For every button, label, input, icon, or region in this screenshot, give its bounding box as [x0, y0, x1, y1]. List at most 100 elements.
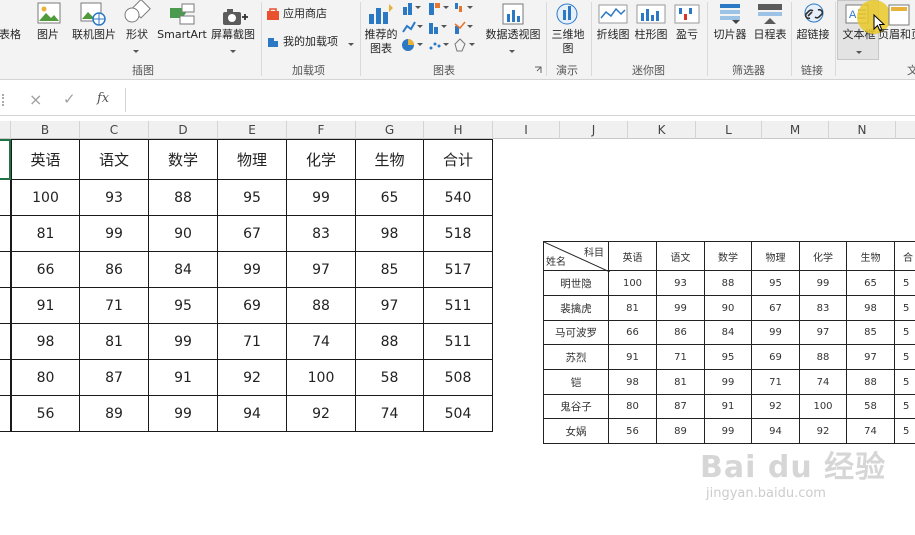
table-cell[interactable]: 80 [11, 360, 80, 396]
dialog-launcher-icon[interactable] [534, 66, 542, 74]
table-cell[interactable]: 100 [800, 395, 847, 419]
column-header[interactable] [0, 121, 11, 139]
table-cell[interactable]: 5 [895, 271, 915, 296]
table-cell[interactable]: 5 [895, 296, 915, 321]
table-cell[interactable]: 74 [356, 396, 424, 432]
column-header[interactable]: G [356, 121, 424, 139]
table-cell[interactable]: 95 [218, 180, 287, 216]
column-header[interactable]: L [696, 121, 762, 139]
table-cell[interactable]: 87 [80, 360, 149, 396]
table-cell[interactable]: 98 [609, 370, 657, 395]
table-cell[interactable]: 66 [609, 321, 657, 345]
slicer-button[interactable]: 切片器 [710, 0, 750, 46]
name-cell[interactable]: 苏烈 [543, 345, 609, 370]
table-cell[interactable]: 74 [847, 419, 895, 444]
table-cell[interactable]: 83 [800, 296, 847, 321]
table-cell[interactable]: 518 [424, 216, 493, 252]
table-cell[interactable]: 5 [895, 345, 915, 370]
table-cell[interactable]: 91 [609, 345, 657, 370]
table-cell[interactable]: 86 [80, 252, 149, 288]
hierarchy-chart-icon[interactable] [428, 1, 450, 15]
online-pictures-button[interactable]: 联机图片 [68, 0, 120, 46]
table-cell[interactable]: 71 [218, 324, 287, 360]
table-cell[interactable]: 81 [609, 296, 657, 321]
table-button[interactable]: 表格 [0, 28, 22, 41]
column-header[interactable]: E [218, 121, 287, 139]
table-cell[interactable]: 517 [424, 252, 493, 288]
table-cell[interactable]: 99 [752, 321, 800, 345]
timeline-button[interactable]: 日程表 [750, 0, 790, 46]
table-cell[interactable]: 88 [149, 180, 218, 216]
table-cell[interactable]: 99 [705, 370, 752, 395]
name-cell[interactable]: 马可波罗 [543, 321, 609, 345]
table-cell[interactable]: 69 [752, 345, 800, 370]
table-header-cell[interactable]: 英语 [11, 139, 80, 180]
app-store-button[interactable]: 应用商店 [266, 6, 336, 22]
table-cell[interactable]: 65 [356, 180, 424, 216]
table-cell[interactable]: 88 [287, 288, 356, 324]
table-cell[interactable]: 97 [847, 345, 895, 370]
table-header-cell[interactable]: 物理 [218, 139, 287, 180]
name-cell[interactable]: 裴擒虎 [543, 296, 609, 321]
table-cell[interactable]: 80 [609, 395, 657, 419]
table-cell[interactable]: 92 [218, 360, 287, 396]
table-header-cell[interactable]: 合 [895, 241, 915, 271]
table-cell[interactable]: 83 [287, 216, 356, 252]
table-cell[interactable]: 511 [424, 288, 493, 324]
table-cell[interactable]: 92 [800, 419, 847, 444]
table-cell[interactable]: 91 [705, 395, 752, 419]
table-cell[interactable]: 71 [657, 345, 705, 370]
table-cell[interactable]: 97 [287, 252, 356, 288]
column-header[interactable]: B [11, 121, 80, 139]
table-cell[interactable]: 56 [609, 419, 657, 444]
pictures-button[interactable]: 图片 [33, 0, 63, 46]
table-cell[interactable]: 88 [847, 370, 895, 395]
table-cell[interactable]: 95 [149, 288, 218, 324]
table-header-cell[interactable]: 数学 [149, 139, 218, 180]
column-header[interactable]: M [762, 121, 829, 139]
column-chart-icon[interactable] [402, 1, 424, 15]
table-cell[interactable]: 88 [356, 324, 424, 360]
column-header[interactable]: H [424, 121, 493, 139]
table-cell[interactable]: 5 [895, 419, 915, 444]
table-cell[interactable] [0, 216, 11, 252]
table-cell[interactable]: 92 [287, 396, 356, 432]
table-cell[interactable]: 67 [218, 216, 287, 252]
table-cell[interactable]: 99 [657, 296, 705, 321]
table-cell[interactable]: 89 [80, 396, 149, 432]
name-cell[interactable]: 女娲 [543, 419, 609, 444]
table-cell[interactable]: 85 [847, 321, 895, 345]
table-cell[interactable]: 95 [705, 345, 752, 370]
sparkline-winloss-button[interactable]: 盈亏 [670, 0, 704, 46]
table-cell[interactable]: 90 [705, 296, 752, 321]
table-cell[interactable]: 67 [752, 296, 800, 321]
table-header-cell[interactable]: 合计 [424, 139, 493, 180]
cancel-icon[interactable]: × [29, 90, 42, 109]
column-header[interactable]: N [829, 121, 896, 139]
table-cell[interactable]: 94 [218, 396, 287, 432]
column-header[interactable]: I [493, 121, 560, 139]
table-cell[interactable]: 5 [895, 321, 915, 345]
table-cell[interactable]: 87 [657, 395, 705, 419]
3d-map-button[interactable]: 三维地 图 [548, 0, 588, 60]
table-cell[interactable]: 93 [80, 180, 149, 216]
table-header-cell[interactable]: 物理 [752, 241, 800, 271]
shapes-button[interactable]: 形状 [121, 0, 153, 56]
table-cell[interactable]: 98 [847, 296, 895, 321]
table-cell[interactable]: 100 [609, 271, 657, 296]
column-header[interactable]: K [628, 121, 696, 139]
table-cell[interactable]: 84 [705, 321, 752, 345]
pivot-chart-button[interactable]: 数据透视图 [481, 0, 545, 60]
table-cell[interactable]: 74 [800, 370, 847, 395]
table-cell[interactable] [0, 252, 11, 288]
table-cell[interactable]: 81 [657, 370, 705, 395]
table-cell[interactable]: 100 [287, 360, 356, 396]
table-cell[interactable]: 65 [847, 271, 895, 296]
table-cell[interactable]: 71 [80, 288, 149, 324]
column-header[interactable]: D [149, 121, 218, 139]
selected-cell[interactable] [0, 139, 11, 180]
table-cell[interactable]: 540 [424, 180, 493, 216]
insert-function-icon[interactable]: fx [97, 91, 109, 106]
table-cell[interactable] [0, 396, 11, 432]
table-header-cell[interactable]: 化学 [800, 241, 847, 271]
